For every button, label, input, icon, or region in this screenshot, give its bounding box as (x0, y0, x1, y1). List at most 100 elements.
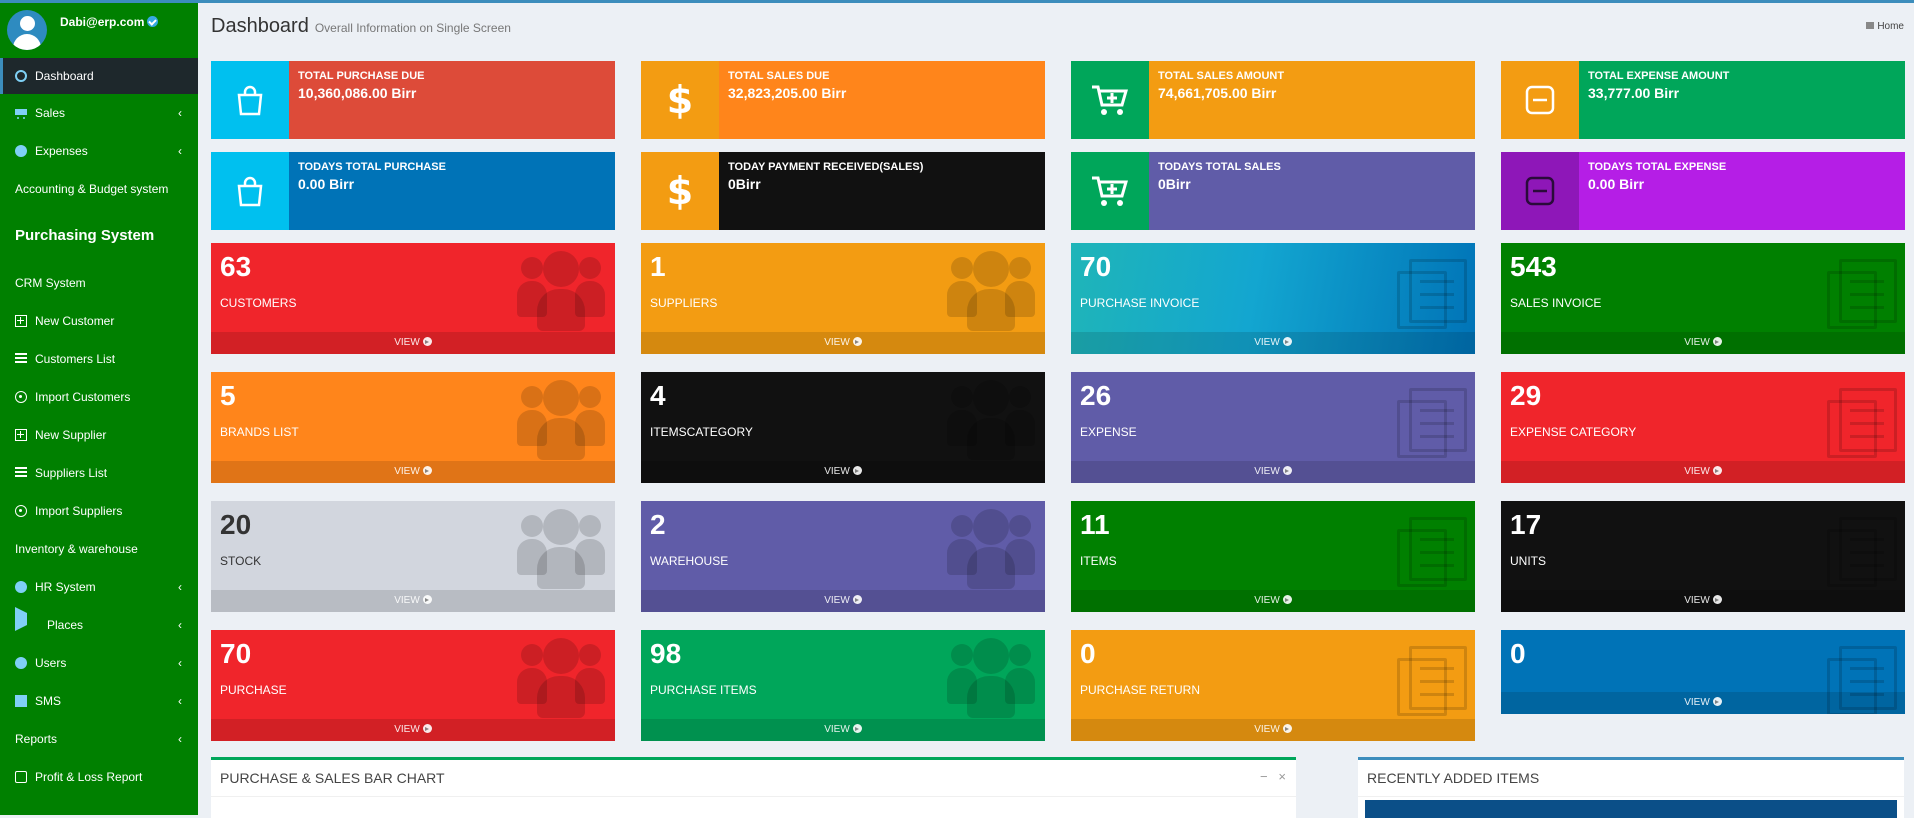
stat-number: 1 (650, 251, 666, 282)
dot-circle-icon (15, 391, 27, 403)
info-box-label: TODAY PAYMENT RECEIVED(SALES) (728, 161, 924, 173)
svg-text:$: $ (667, 80, 693, 120)
sidebar-item-accounting[interactable]: Accounting & Budget system (0, 170, 198, 208)
view-more-link[interactable]: VIEW (211, 461, 615, 483)
sidebar-item-purchasing[interactable]: Purchasing System (0, 208, 198, 264)
sidebar-item-sms[interactable]: SMS ‹ (0, 682, 198, 720)
list-icon (15, 467, 27, 479)
arrow-circle-right-icon (852, 595, 862, 604)
sidebar-item-import-suppliers[interactable]: Import Suppliers (0, 492, 198, 530)
info-box-label: TOTAL PURCHASE DUE (298, 70, 425, 82)
arrow-circle-right-icon (1282, 466, 1292, 475)
info-box-value: 0.00 Birr (1588, 176, 1645, 192)
sidebar-item-dashboard[interactable]: Dashboard (0, 58, 198, 94)
chevron-left-icon: ‹ (178, 694, 182, 708)
user-panel: Dabi@erp.com (0, 3, 198, 58)
stat-label: PURCHASE INVOICE (1080, 296, 1200, 310)
users-icon (947, 378, 1035, 460)
cart-icon (15, 107, 27, 119)
sidebar-item-places[interactable]: Places ‹ (0, 606, 198, 644)
sidebar-item-users[interactable]: Users ‹ (0, 644, 198, 682)
list-icon (15, 353, 27, 365)
view-more-link[interactable]: VIEW (641, 590, 1045, 612)
view-more-link[interactable]: VIEW (1071, 332, 1475, 354)
view-more-link[interactable]: VIEW (211, 332, 615, 354)
sidebar-item-sales[interactable]: Sales ‹ (0, 94, 198, 132)
view-more-link[interactable]: VIEW (1071, 719, 1475, 741)
shopping-bag-icon (211, 152, 289, 230)
users-icon (517, 636, 605, 718)
sidebar-item-import-customers[interactable]: Import Customers (0, 378, 198, 416)
arrow-circle-right-icon (422, 337, 432, 346)
view-more-link[interactable]: VIEW (641, 332, 1045, 354)
chevron-left-icon: ‹ (178, 732, 182, 746)
stat-label: PURCHASE (220, 683, 287, 697)
avatar[interactable] (7, 10, 47, 50)
panel-tools: − × (1260, 760, 1286, 794)
stat-label: CUSTOMERS (220, 296, 297, 310)
info-box-value: 0Birr (1158, 176, 1191, 192)
arrow-circle-right-icon (1282, 595, 1292, 604)
view-more-link[interactable]: VIEW (1501, 332, 1905, 354)
view-more-link[interactable]: VIEW (211, 590, 615, 612)
recently-added-items-panel: RECENTLY ADDED ITEMS (1358, 757, 1904, 818)
minus-square-icon (1501, 61, 1579, 139)
sidebar-item-crm[interactable]: CRM System (0, 264, 198, 302)
page-subtitle: Overall Information on Single Screen (314, 21, 511, 35)
sidebar-item-new-customer[interactable]: New Customer (0, 302, 198, 340)
view-more-link[interactable]: VIEW (1501, 590, 1905, 612)
stat-number: 0 (1080, 638, 1096, 669)
stat-number: 70 (220, 638, 252, 669)
sidebar-item-expenses[interactable]: Expenses ‹ (0, 132, 198, 170)
stat-number: 2 (650, 509, 666, 540)
view-more-link[interactable]: VIEW (641, 719, 1045, 741)
invoice-icon (1397, 259, 1467, 331)
sidebar-item-customers-list[interactable]: Customers List (0, 340, 198, 378)
info-box-label: TOTAL SALES AMOUNT (1158, 70, 1285, 82)
dollar-icon: $ (641, 152, 719, 230)
invoice-icon (1827, 259, 1897, 331)
stat-label: PURCHASE ITEMS (650, 683, 757, 697)
users-icon (517, 249, 605, 331)
sidebar-item-reports[interactable]: Reports ‹ (0, 720, 198, 758)
stat-box: 20 STOCK VIEW (211, 501, 615, 612)
sidebar-item-new-supplier[interactable]: New Supplier (0, 416, 198, 454)
view-more-link[interactable]: VIEW (211, 719, 615, 741)
chevron-left-icon: ‹ (178, 580, 182, 594)
stat-box: 543 SALES INVOICE VIEW (1501, 243, 1905, 354)
sidebar-item-profit-loss[interactable]: Profit & Loss Report (0, 758, 198, 796)
breadcrumb[interactable]: Home (1866, 21, 1904, 32)
view-more-link[interactable]: VIEW (1501, 692, 1905, 714)
stat-number: 5 (220, 380, 236, 411)
stat-label: EXPENSE CATEGORY (1510, 425, 1637, 439)
users-icon (517, 507, 605, 589)
stat-number: 543 (1510, 251, 1557, 282)
close-icon[interactable]: × (1278, 769, 1286, 784)
minus-icon[interactable]: − (1260, 769, 1268, 784)
sidebar-item-hr[interactable]: HR System ‹ (0, 568, 198, 606)
info-box: TOTAL SALES AMOUNT 74,661,705.00 Birr (1071, 61, 1475, 139)
view-more-link[interactable]: VIEW (1071, 461, 1475, 483)
invoice-icon (1397, 517, 1467, 589)
stat-box: 1 SUPPLIERS VIEW (641, 243, 1045, 354)
arrow-circle-right-icon (422, 724, 432, 733)
purchase-sales-chart-panel: PURCHASE & SALES BAR CHART − × (211, 757, 1296, 818)
view-more-link[interactable]: VIEW (1071, 590, 1475, 612)
arrow-circle-right-icon (422, 466, 432, 475)
cart-plus-icon (1071, 152, 1149, 230)
arrow-circle-right-icon (1712, 595, 1722, 604)
info-box: $ TODAY PAYMENT RECEIVED(SALES) 0Birr (641, 152, 1045, 230)
view-more-link[interactable]: VIEW (641, 461, 1045, 483)
stat-box: 98 PURCHASE ITEMS VIEW (641, 630, 1045, 741)
user-name: Dabi@erp.com (60, 15, 159, 29)
users-icon (15, 657, 27, 669)
stat-number: 70 (1080, 251, 1112, 282)
stat-box: 2 WAREHOUSE VIEW (641, 501, 1045, 612)
arrow-circle-right-icon (1712, 337, 1722, 346)
sidebar-item-suppliers-list[interactable]: Suppliers List (0, 454, 198, 492)
view-more-link[interactable]: VIEW (1501, 461, 1905, 483)
minus-square-icon (1501, 152, 1579, 230)
sidebar-item-inventory[interactable]: Inventory & warehouse (0, 530, 198, 568)
invoice-icon (1397, 388, 1467, 460)
users-icon (947, 249, 1035, 331)
